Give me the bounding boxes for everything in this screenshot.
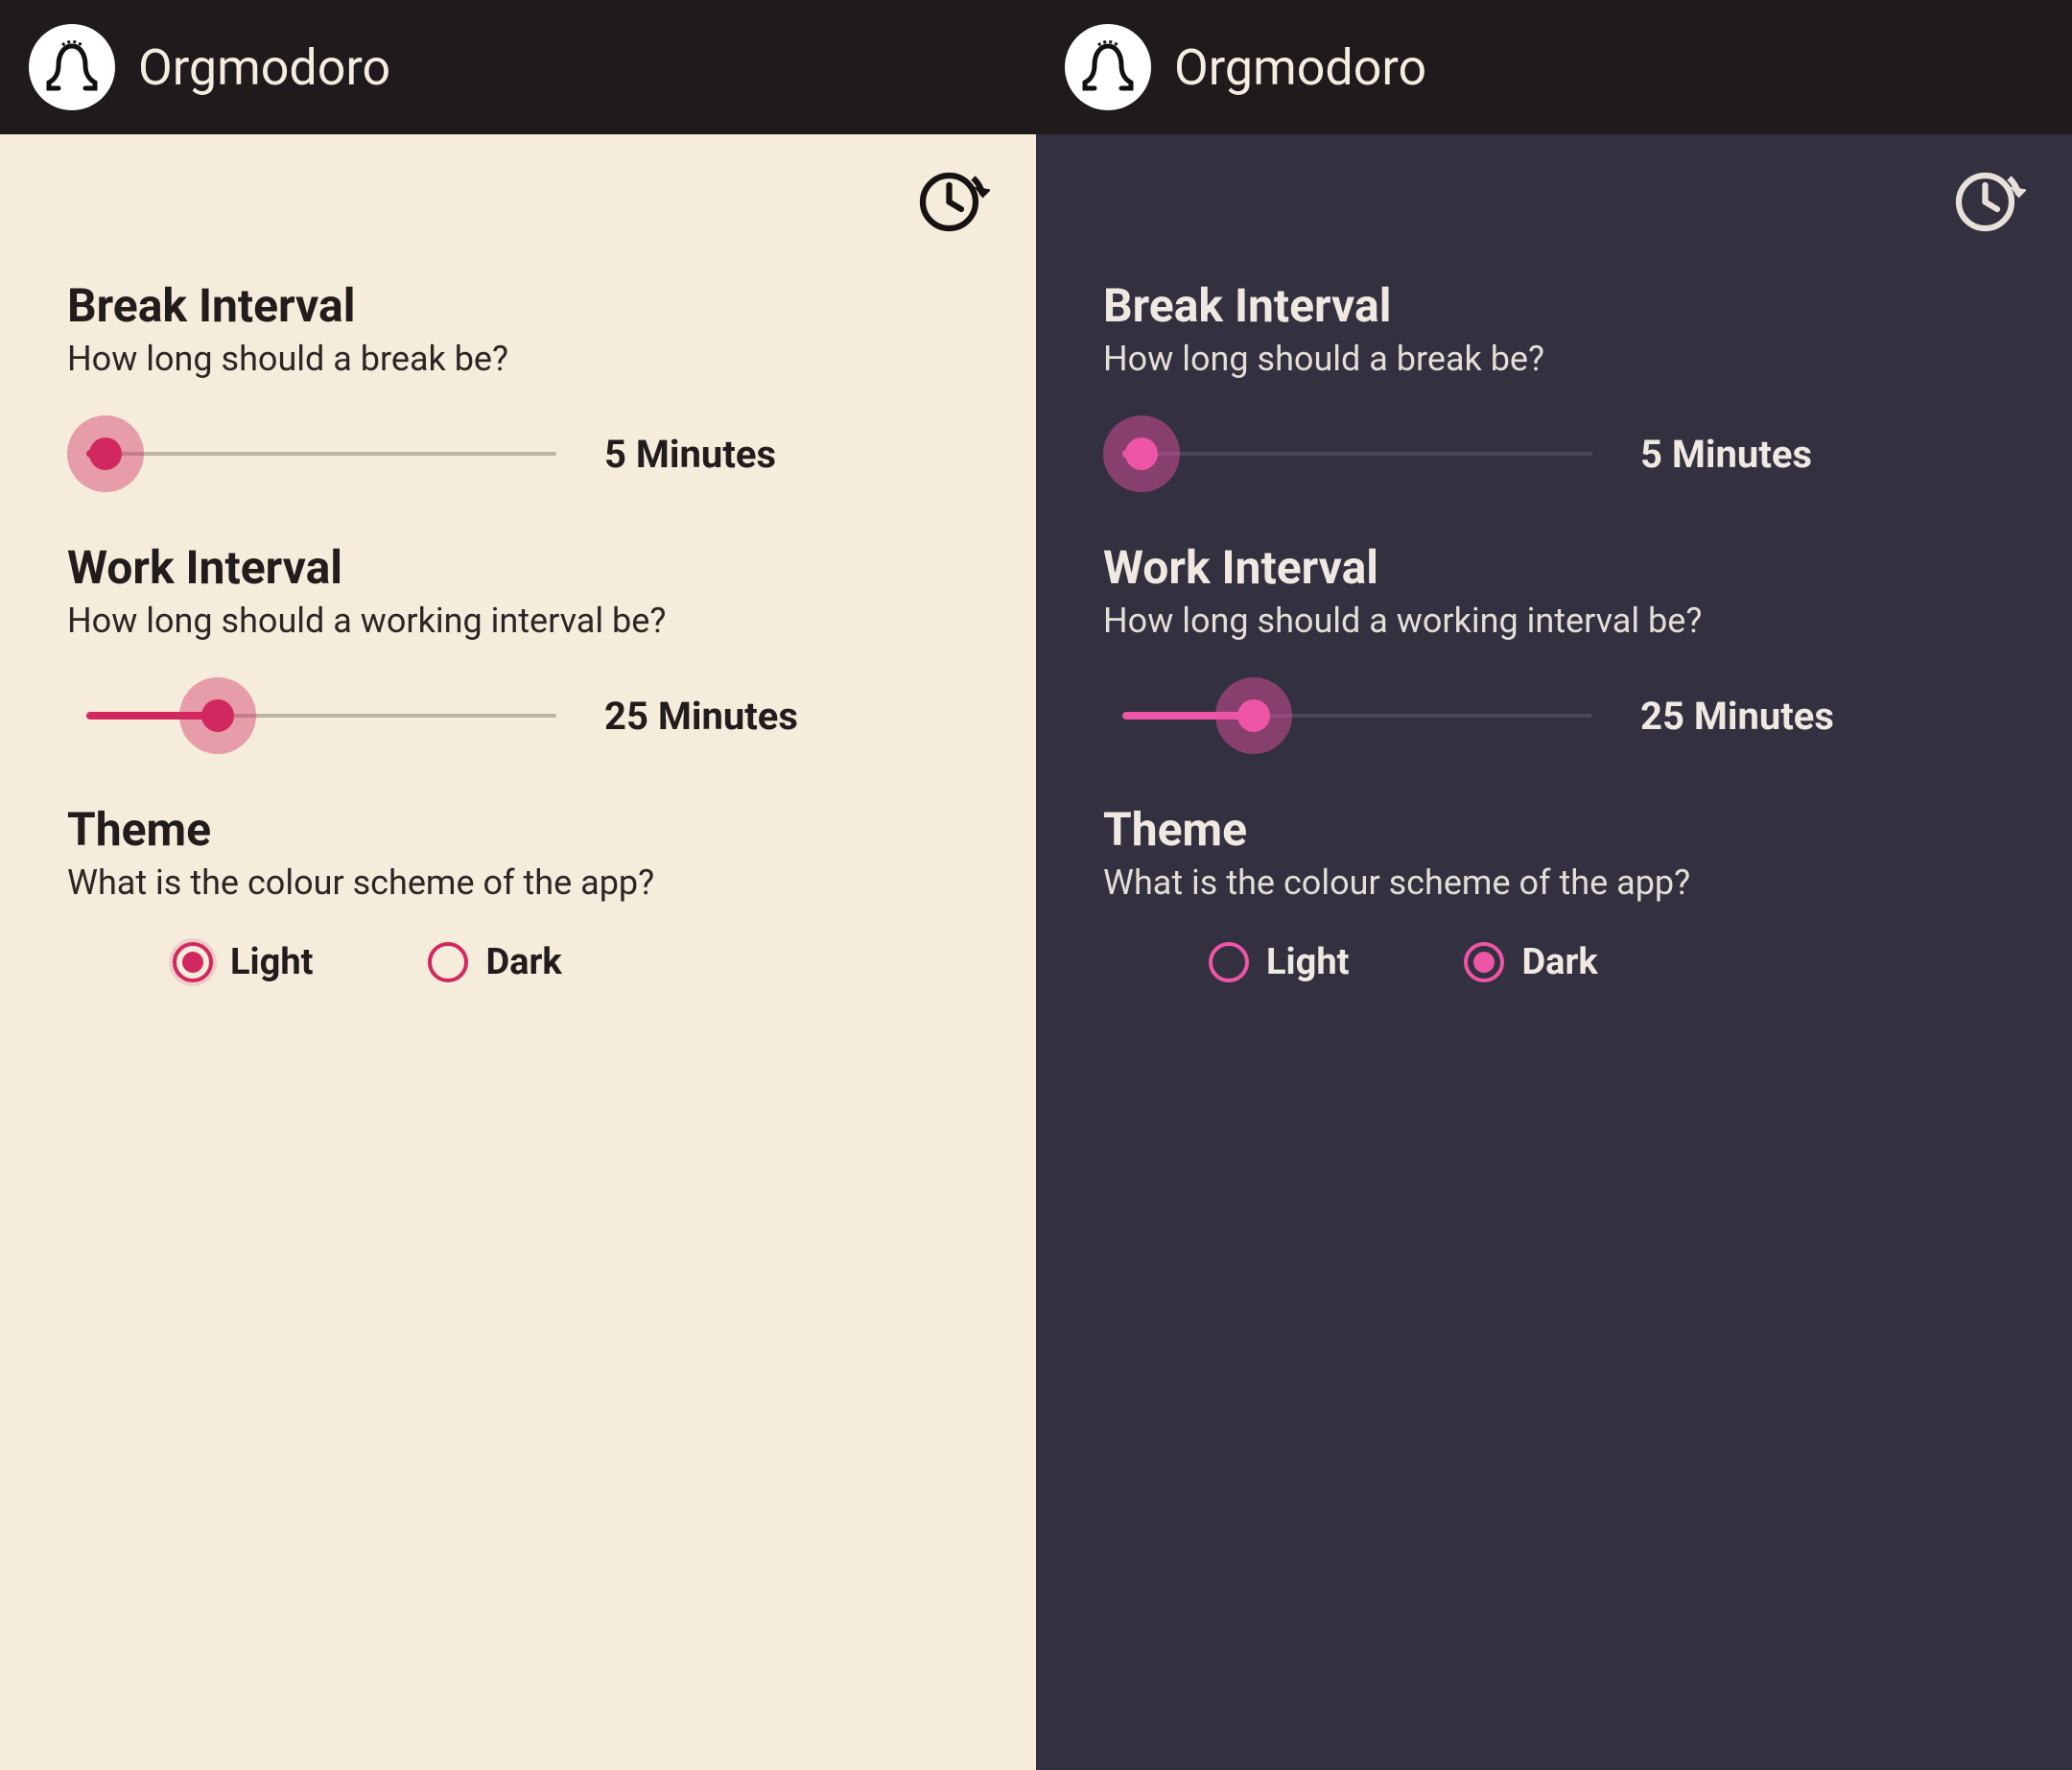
theme-radio-dark[interactable]: Dark bbox=[1464, 941, 1597, 983]
timer-button[interactable] bbox=[913, 161, 990, 238]
break-interval-section: Break Interval How long should a break b… bbox=[1103, 278, 2005, 483]
app-bar: Orgmodoro bbox=[0, 0, 1036, 134]
settings-body: Break Interval How long should a break b… bbox=[1036, 134, 2072, 1770]
break-interval-title: Break Interval bbox=[1103, 278, 2005, 333]
break-interval-slider[interactable] bbox=[1122, 425, 1592, 483]
settings-screen-dark: Orgmodoro Break Interval How long should… bbox=[1036, 0, 2072, 1770]
break-interval-value: 5 Minutes bbox=[604, 432, 776, 477]
break-interval-subtitle: How long should a break be? bbox=[67, 339, 969, 379]
break-interval-section: Break Interval How long should a break b… bbox=[67, 278, 969, 483]
work-interval-slider[interactable] bbox=[86, 687, 556, 744]
work-interval-slider[interactable] bbox=[1122, 687, 1592, 744]
theme-subtitle: What is the colour scheme of the app? bbox=[1103, 862, 2005, 903]
settings-body: Break Interval How long should a break b… bbox=[0, 134, 1036, 1770]
theme-radio-dark-label: Dark bbox=[485, 941, 561, 983]
app-logo bbox=[29, 24, 115, 110]
clock-history-icon bbox=[1949, 161, 2026, 238]
radio-icon bbox=[428, 942, 468, 982]
radio-icon bbox=[1464, 942, 1504, 982]
theme-radio-light-label: Light bbox=[230, 941, 313, 983]
theme-title: Theme bbox=[67, 802, 969, 857]
clock-history-icon bbox=[913, 161, 990, 238]
app-logo bbox=[1065, 24, 1151, 110]
break-interval-slider[interactable] bbox=[86, 425, 556, 483]
timer-button[interactable] bbox=[1949, 161, 2026, 238]
theme-radio-light[interactable]: Light bbox=[173, 941, 313, 983]
theme-section: Theme What is the colour scheme of the a… bbox=[67, 802, 969, 983]
radio-icon bbox=[173, 942, 213, 982]
work-interval-section: Work Interval How long should a working … bbox=[67, 540, 969, 744]
theme-radio-light-label: Light bbox=[1266, 941, 1349, 983]
work-interval-subtitle: How long should a working interval be? bbox=[1103, 601, 2005, 641]
break-interval-value: 5 Minutes bbox=[1640, 432, 1812, 477]
theme-radio-light[interactable]: Light bbox=[1209, 941, 1349, 983]
omega-icon bbox=[41, 36, 103, 98]
radio-icon bbox=[1209, 942, 1249, 982]
theme-section: Theme What is the colour scheme of the a… bbox=[1103, 802, 2005, 983]
theme-title: Theme bbox=[1103, 802, 2005, 857]
theme-radio-dark[interactable]: Dark bbox=[428, 941, 561, 983]
app-title: Orgmodoro bbox=[138, 38, 390, 97]
theme-radio-dark-label: Dark bbox=[1521, 941, 1597, 983]
work-interval-title: Work Interval bbox=[1103, 540, 2005, 595]
work-interval-title: Work Interval bbox=[67, 540, 969, 595]
work-interval-value: 25 Minutes bbox=[1640, 694, 1834, 739]
app-bar: Orgmodoro bbox=[1036, 0, 2072, 134]
work-interval-value: 25 Minutes bbox=[604, 694, 798, 739]
break-interval-subtitle: How long should a break be? bbox=[1103, 339, 2005, 379]
app-title: Orgmodoro bbox=[1174, 38, 1426, 97]
settings-screen-light: Orgmodoro Break Interval How long should… bbox=[0, 0, 1036, 1770]
work-interval-subtitle: How long should a working interval be? bbox=[67, 601, 969, 641]
omega-icon bbox=[1077, 36, 1139, 98]
work-interval-section: Work Interval How long should a working … bbox=[1103, 540, 2005, 744]
break-interval-title: Break Interval bbox=[67, 278, 969, 333]
theme-subtitle: What is the colour scheme of the app? bbox=[67, 862, 969, 903]
